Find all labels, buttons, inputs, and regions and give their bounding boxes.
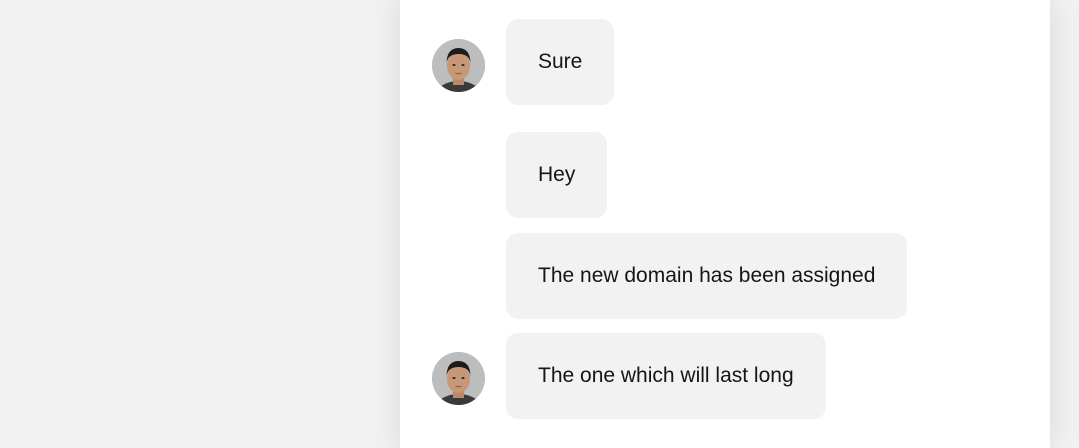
message-bubble[interactable]: The one which will last long: [506, 333, 826, 419]
message-bubble[interactable]: The new domain has been assigned: [506, 233, 908, 319]
message-bubble[interactable]: Sure: [506, 19, 615, 105]
chat-panel: Sure Hey The new domain has been assigne…: [400, 0, 1050, 448]
message-text: The one which will last long: [538, 364, 794, 387]
sender-avatar[interactable]: [432, 352, 485, 405]
message-bubble[interactable]: Hey: [506, 132, 608, 218]
message-text: Sure: [538, 50, 583, 73]
avatar-photo-icon: [432, 352, 485, 405]
avatar-photo-icon: [432, 39, 485, 92]
message-text: The new domain has been assigned: [538, 264, 876, 287]
message-text: Hey: [538, 163, 576, 186]
sender-avatar[interactable]: [432, 39, 485, 92]
